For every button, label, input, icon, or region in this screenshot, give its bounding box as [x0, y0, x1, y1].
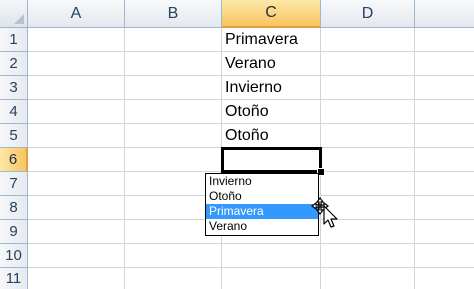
cell-c1[interactable]: Primavera	[222, 28, 320, 51]
row-header-11[interactable]: 11	[0, 268, 28, 289]
cell-c3[interactable]: Invierno	[222, 76, 320, 99]
gridline	[124, 28, 125, 289]
row-header-10[interactable]: 10	[0, 244, 28, 268]
move-arrow-cursor-icon	[311, 197, 338, 228]
cell-c2[interactable]: Verano	[222, 52, 320, 75]
spreadsheet[interactable]: A B C D 1 2 3 4 5 6 7 8 9 10 11 Primaver…	[0, 0, 474, 289]
column-header-c[interactable]: C	[222, 0, 321, 28]
cell-c4[interactable]: Otoño	[222, 100, 320, 123]
column-header-e[interactable]	[415, 0, 474, 28]
column-header-b[interactable]: B	[125, 0, 222, 28]
row-header-2[interactable]: 2	[0, 52, 28, 76]
active-cell-border	[221, 147, 322, 173]
row-header-6[interactable]: 6	[0, 148, 28, 172]
row-header-5[interactable]: 5	[0, 124, 28, 148]
row-header-8[interactable]: 8	[0, 196, 28, 220]
column-header-a[interactable]: A	[28, 0, 125, 28]
cell-c5[interactable]: Otoño	[222, 124, 320, 147]
select-all-triangle-icon	[14, 14, 24, 24]
row-header-1[interactable]: 1	[0, 28, 28, 52]
row-header-3[interactable]: 3	[0, 76, 28, 100]
gridline	[28, 243, 474, 244]
pick-list-item-otono[interactable]: Otoño	[206, 189, 318, 204]
pick-list-item-invierno[interactable]: Invierno	[206, 174, 318, 189]
gridline	[414, 28, 415, 289]
pick-list-item-verano[interactable]: Verano	[206, 219, 318, 234]
pick-list-item-primavera[interactable]: Primavera	[206, 204, 318, 219]
row-header-4[interactable]: 4	[0, 100, 28, 124]
row-header-7[interactable]: 7	[0, 172, 28, 196]
pick-list-dropdown[interactable]: Invierno Otoño Primavera Verano	[205, 173, 319, 236]
gridline	[28, 267, 474, 268]
row-header-9[interactable]: 9	[0, 220, 28, 244]
select-all-corner[interactable]	[0, 0, 28, 28]
column-header-d[interactable]: D	[321, 0, 415, 28]
